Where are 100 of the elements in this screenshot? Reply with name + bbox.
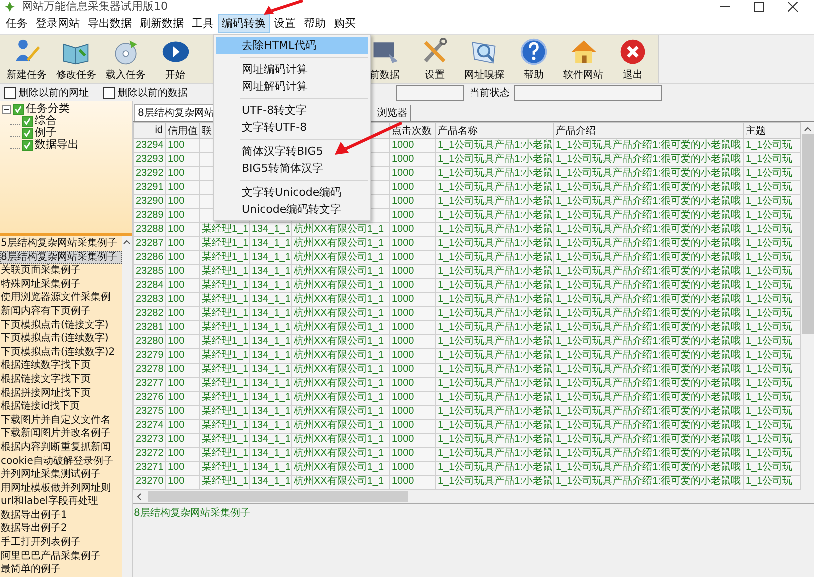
table-cell: 1_1公司玩具产品介绍1:很可爱的小老鼠哦 [556,350,742,361]
horizontal-scrollbar[interactable] [133,490,814,504]
list-item[interactable]: 数据导出例子2 [0,522,122,536]
table-cell: 100 [168,364,185,376]
menu-item[interactable]: 登录网站 [32,14,84,33]
table-cell: 1_1公司玩具产品介绍1:很可爱的小老鼠哦 [556,434,742,446]
table-cell: 1_1公司玩具产品介绍1:很可爱的小老鼠哦 [556,280,742,291]
menu-item[interactable]: 购买 [330,14,360,33]
checkbox-option[interactable]: 删除以前的数据 [103,86,188,100]
list-item[interactable]: 下载图片并自定义文件名 [0,414,122,428]
column-header[interactable]: 联 [202,126,212,136]
tree-checkbox[interactable] [22,140,33,150]
list-item[interactable]: 根据内容判断重复抓新闻 [0,440,122,454]
list-item[interactable]: 阿里巴巴产品采集例子 [0,550,122,564]
menu-option[interactable]: 去除HTML代码 [216,37,368,54]
toolbar-button[interactable]: 网址嗅探 [460,35,510,83]
toolbar-button[interactable]: 载入任务 [101,35,151,83]
table-cell: 100 [168,448,185,460]
list-item[interactable]: 5层结构复杂网站采集例子 [0,237,122,251]
table-cell: 23292 [136,168,164,179]
list-item[interactable]: 新闻内容有下页例子 [0,304,122,319]
checkbox-option[interactable]: 删除以前的网址 [4,86,89,100]
scrollbar[interactable] [122,236,132,577]
list-item[interactable]: 使用浏览器源文件采集例 [0,291,122,305]
maximize-icon[interactable] [754,2,764,12]
toolbar-button[interactable]: 修改任务 [52,35,102,83]
table-cell: 134_1_1 [252,294,290,305]
list-item[interactable]: 最简单的例子 [0,563,122,577]
list-item[interactable]: 根据链接id找下页 [0,400,122,414]
table-cell: 1000 [392,420,414,432]
tree-item[interactable]: 任务分类 [26,103,70,115]
menu-item[interactable]: 帮助 [300,14,330,33]
table-cell: 23290 [136,196,164,207]
toolbar-button[interactable]: 新建任务 [2,35,52,83]
table-cell: 1_1公司玩具产品1:小老鼠 [438,252,552,263]
list-item[interactable]: 根据连续数字找下页 [0,359,122,373]
scroll-up-icon[interactable] [804,126,812,132]
menu-item[interactable]: 刷新数据 [136,14,188,33]
menu-item[interactable]: 工具 [188,14,218,33]
list-item[interactable]: 手工打开列表例子 [0,536,122,550]
menu-item[interactable]: 任务 [2,14,32,33]
list-item[interactable]: 下页模拟点击(连续数字)2 [0,346,122,360]
column-header[interactable]: 产品介绍 [556,126,596,136]
tree-item[interactable]: 综合 [35,115,57,127]
table-cell: 134_1_1 [252,350,290,361]
menu-option[interactable]: 文字转Unicode编码 [216,184,368,201]
scrollbar[interactable] [801,122,814,490]
list-item[interactable]: 特殊网址采集例子 [0,278,122,292]
toolbar-button[interactable]: 帮助 [509,35,559,83]
collapse-icon[interactable] [2,104,11,114]
table-cell: 100 [168,406,185,418]
menu-item[interactable]: 导出数据 [84,14,136,33]
table-cell: 1_1公司玩 [746,420,793,432]
status-field[interactable] [514,84,662,100]
list-item[interactable]: 根据链接文字找下页 [0,372,122,387]
list-item[interactable]: 下载新闻图片并改名例子 [0,427,122,441]
list-item[interactable]: 数据导出例子1 [0,508,122,522]
scroll-up-icon[interactable] [123,239,131,245]
tree-checkbox[interactable] [13,104,24,114]
menu-item[interactable]: 设置 [270,14,300,33]
table-cell: 134_1_1 [252,434,290,446]
input-field[interactable] [396,84,464,100]
tree-item[interactable]: 数据导出 [35,139,79,151]
table-cell: 1000 [392,462,414,474]
tree-checkbox[interactable] [22,116,33,126]
tree-checkbox[interactable] [22,128,33,138]
table-cell: 1_1公司玩具产品1:小老鼠 [438,378,552,390]
menu-option[interactable]: 文字转UTF-8 [216,119,368,136]
table-cell: 100 [168,140,185,151]
list-item[interactable]: 下页模拟点击(链接文字) [0,318,122,332]
menu-option[interactable]: UTF-8转文字 [216,102,368,119]
toolbar-button[interactable]: 设置 [410,35,460,83]
table-cell: 1_1公司玩具产品介绍1:很可爱的小老鼠哦 [556,252,742,263]
list-item[interactable]: cookie自动破解登录例子 [0,454,122,468]
list-item[interactable]: 下页模拟点击(连续数字) [0,332,122,346]
list-item[interactable]: 并列网址采集测试例子 [0,468,122,482]
list-item[interactable]: 关联页面采集例子 [0,264,122,278]
list-item[interactable]: 8层结构复杂网站采集例子 [0,250,122,264]
menu-option[interactable]: 简体汉字转BIG5 [216,143,368,160]
table-cell: 1_1公司玩具产品1:小老鼠 [438,210,552,221]
list-item[interactable]: 根据拼接网址找下页 [0,386,122,400]
toolbar-button[interactable]: 开始 [150,35,200,83]
scroll-left-icon[interactable] [136,492,142,500]
toolbar-button[interactable]: 退出 [608,35,658,83]
table-cell: 23293 [136,154,164,165]
table-cell: 1_1公司玩具产品1:小老鼠 [438,350,552,361]
table-cell: 134_1_1 [252,378,290,390]
close-icon[interactable] [788,2,798,12]
table-cell: 杭州XX有限公司1_1 [294,266,384,277]
toolbar-button[interactable]: 软件网站 [558,35,608,83]
menu-item[interactable]: 编码转换 [218,14,270,33]
menu-option[interactable]: Unicode编码转文字 [216,201,368,218]
list-item[interactable]: 用网址模板做并列网址则 [0,482,122,496]
table-cell: 23274 [136,420,164,432]
tree-item[interactable]: 例子 [35,127,57,139]
table-cell: 杭州XX有限公司1_1 [294,280,384,291]
menu-option[interactable]: BIG5转简体汉字 [216,160,368,177]
list-item[interactable]: url和label字段再处理 [0,495,122,509]
column-header[interactable]: id [155,125,163,136]
table-cell: 杭州XX有限公司1_1 [294,406,384,418]
